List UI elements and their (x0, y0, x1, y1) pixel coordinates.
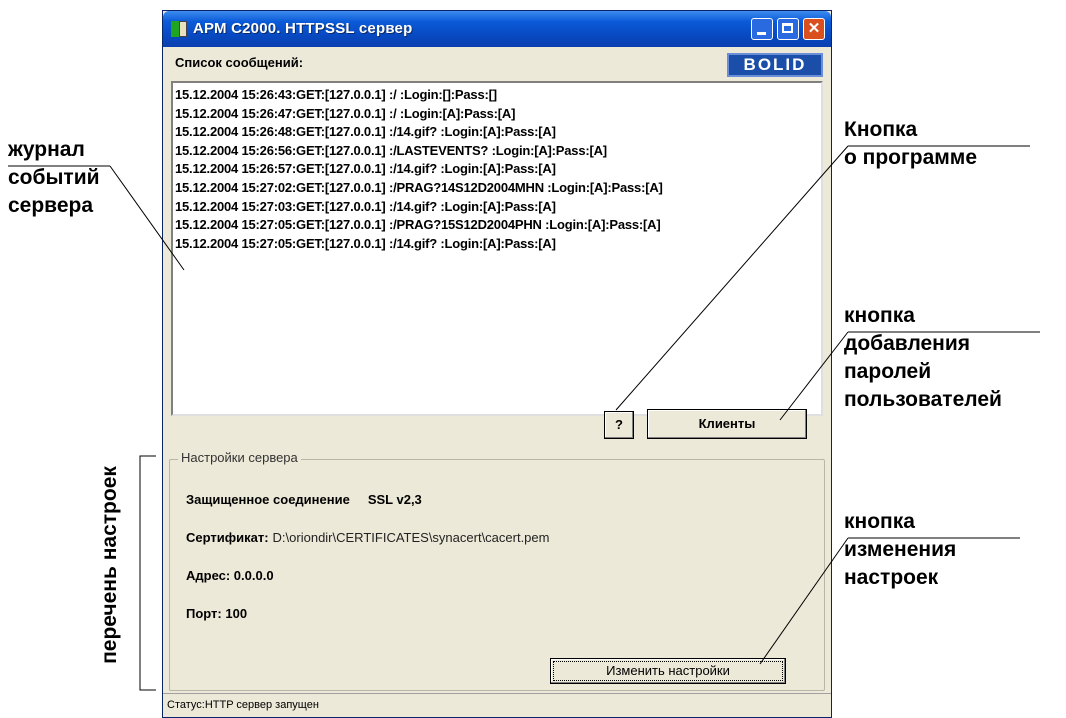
leader-event-log (109, 165, 185, 271)
leader-about (615, 145, 849, 411)
annotation-leader-lines (8, 145, 1040, 691)
bracket-settings-list (139, 455, 156, 691)
leader-change-settings (759, 537, 849, 665)
leader-clients (779, 331, 849, 421)
